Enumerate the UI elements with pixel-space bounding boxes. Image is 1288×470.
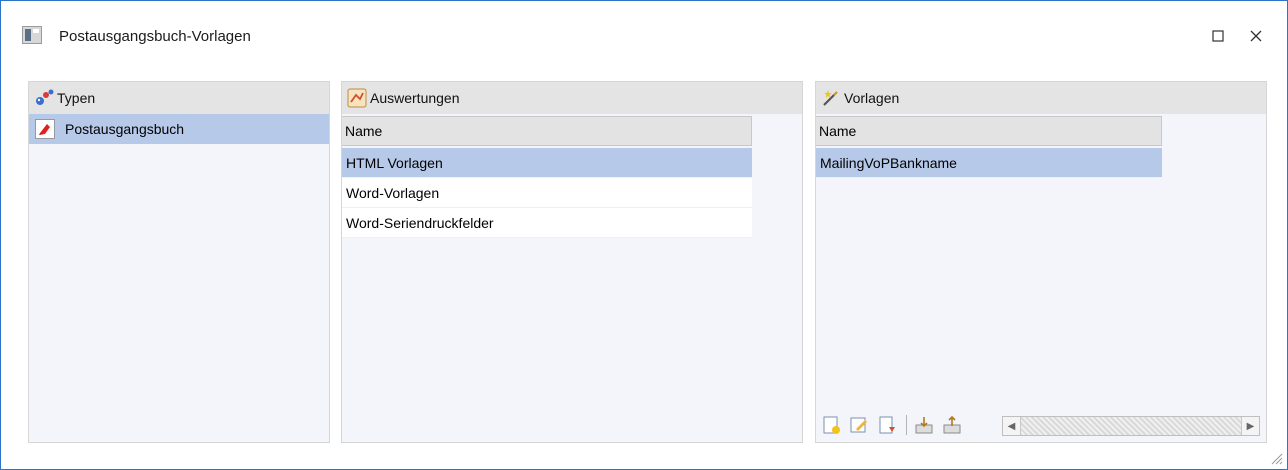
evaluation-row-label: Word-Seriendruckfelder (346, 214, 494, 231)
maximize-button[interactable] (1207, 25, 1229, 47)
maximize-icon (1212, 30, 1224, 42)
evaluation-row-label: Word-Vorlagen (346, 184, 440, 201)
close-icon (1250, 30, 1262, 42)
import-template-button[interactable] (913, 414, 935, 436)
delete-icon (879, 416, 895, 434)
window-title: Postausgangsbuch-Vorlagen (59, 28, 251, 45)
postausgangsbuch-icon (35, 119, 55, 139)
template-row-label: MailingVoPBankname (820, 154, 957, 171)
evaluations-name-column-header[interactable]: Name (342, 116, 752, 146)
templates-toolbar: ◀ ▶ (816, 408, 1266, 442)
delete-template-button[interactable] (876, 414, 898, 436)
window-app-icon (22, 26, 42, 44)
templates-horizontal-scrollbar[interactable]: ◀ ▶ (1002, 416, 1260, 436)
edit-icon (850, 417, 867, 433)
new-template-button[interactable] (820, 414, 842, 436)
edit-template-button[interactable] (848, 414, 870, 436)
evaluation-row-word-vorlagen[interactable]: Word-Vorlagen (342, 178, 752, 208)
template-row-mailingvopbankname[interactable]: MailingVoPBankname (816, 148, 1162, 178)
evaluation-row-label: HTML Vorlagen (346, 154, 443, 171)
toolbar-separator (906, 415, 907, 435)
types-icon (36, 89, 54, 105)
window: Postausgangsbuch-Vorlagen Typen Postausg… (0, 0, 1288, 470)
type-item-label: Postausgangsbuch (65, 121, 185, 137)
type-item-postausgangsbuch[interactable]: Postausgangsbuch (29, 114, 329, 144)
types-panel: Typen Postausgangsbuch (28, 81, 330, 443)
evaluations-panel: Auswertungen Name HTML Vorlagen Word-Vor… (341, 81, 803, 443)
templates-name-column-header[interactable]: Name (816, 116, 1162, 146)
evaluations-icon (347, 88, 367, 108)
templates-panel: Vorlagen Name MailingVoPBankname ◀ ▶ (815, 81, 1267, 443)
close-button[interactable] (1245, 25, 1267, 47)
types-panel-header: Typen (29, 82, 329, 114)
magic-wand-icon (823, 90, 838, 106)
export-icon (943, 415, 961, 434)
resize-grip-icon[interactable] (1267, 449, 1283, 465)
types-panel-title: Typen (57, 90, 96, 106)
templates-panel-header: Vorlagen (816, 82, 1266, 114)
import-icon (915, 417, 933, 434)
templates-panel-title: Vorlagen (844, 90, 900, 106)
evaluations-panel-title: Auswertungen (370, 90, 460, 106)
evaluation-row-html-vorlagen[interactable]: HTML Vorlagen (342, 148, 752, 178)
new-icon (823, 416, 840, 434)
scroll-right-arrow-icon[interactable]: ▶ (1241, 417, 1259, 435)
scroll-left-arrow-icon[interactable]: ◀ (1003, 417, 1021, 435)
evaluation-row-word-seriendruckfelder[interactable]: Word-Seriendruckfelder (342, 208, 752, 238)
title-bar: Postausgangsbuch-Vorlagen (1, 1, 1287, 71)
export-template-button[interactable] (941, 414, 963, 436)
evaluations-panel-header: Auswertungen (342, 82, 802, 114)
